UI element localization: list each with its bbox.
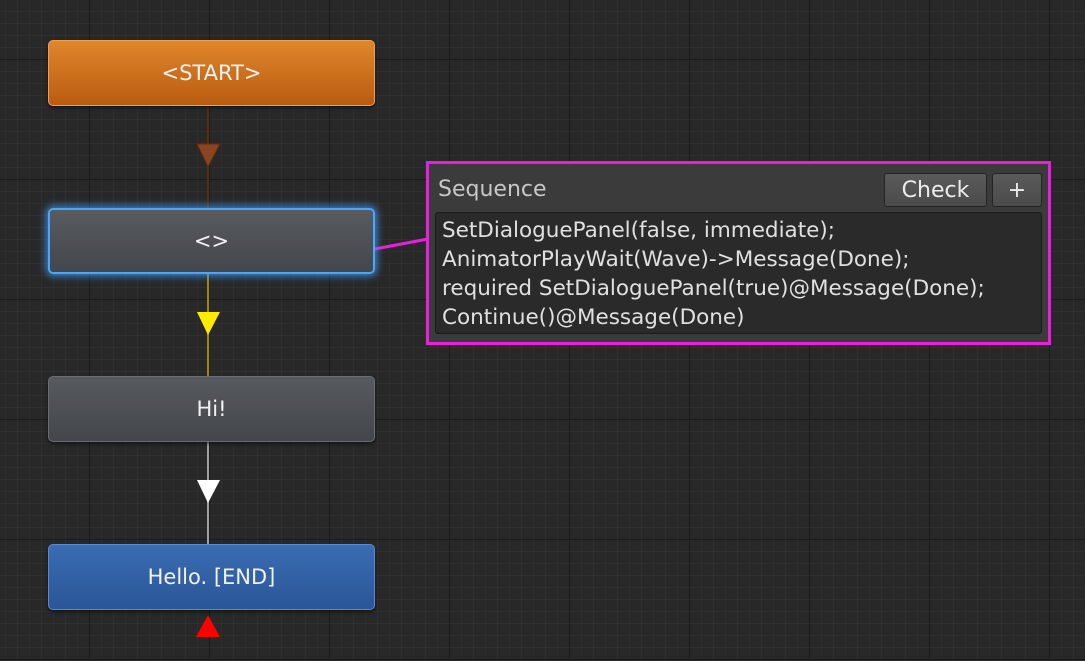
sequence-panel: Sequence Check + SetDialoguePanel(false,…	[426, 161, 1051, 345]
end-node-label: Hello. [END]	[147, 565, 276, 589]
end-marker-icon	[196, 615, 220, 637]
check-button[interactable]: Check	[884, 173, 987, 207]
sequence-line: AnimatorPlayWait(Wave)->Message(Done);	[442, 247, 910, 272]
start-node[interactable]: <START>	[48, 40, 375, 106]
sequence-line: Continue()@Message(Done)	[442, 305, 745, 330]
link-arrow-yellow-icon	[197, 312, 220, 335]
dialogue-node-hi[interactable]: Hi!	[48, 376, 375, 442]
sequence-line: required SetDialoguePanel(true)@Message(…	[442, 276, 985, 301]
dialogue-graph-canvas[interactable]: <START> <> Hi! Hello. [END] Sequence Che…	[0, 0, 1085, 661]
sequence-panel-title: Sequence	[438, 177, 547, 202]
link-arrow-white-icon	[197, 480, 220, 503]
sequence-line: SetDialoguePanel(false, immediate);	[442, 218, 836, 243]
selected-dialogue-node[interactable]: <>	[48, 208, 375, 274]
selected-node-label: <>	[193, 229, 230, 253]
sequence-text-field[interactable]: SetDialoguePanel(false, immediate); Anim…	[435, 212, 1042, 334]
end-node[interactable]: Hello. [END]	[48, 544, 375, 610]
link-arrow-start-icon	[196, 143, 221, 169]
hi-node-label: Hi!	[196, 397, 227, 421]
add-sequence-button[interactable]: +	[992, 173, 1042, 207]
start-node-label: <START>	[161, 61, 262, 85]
